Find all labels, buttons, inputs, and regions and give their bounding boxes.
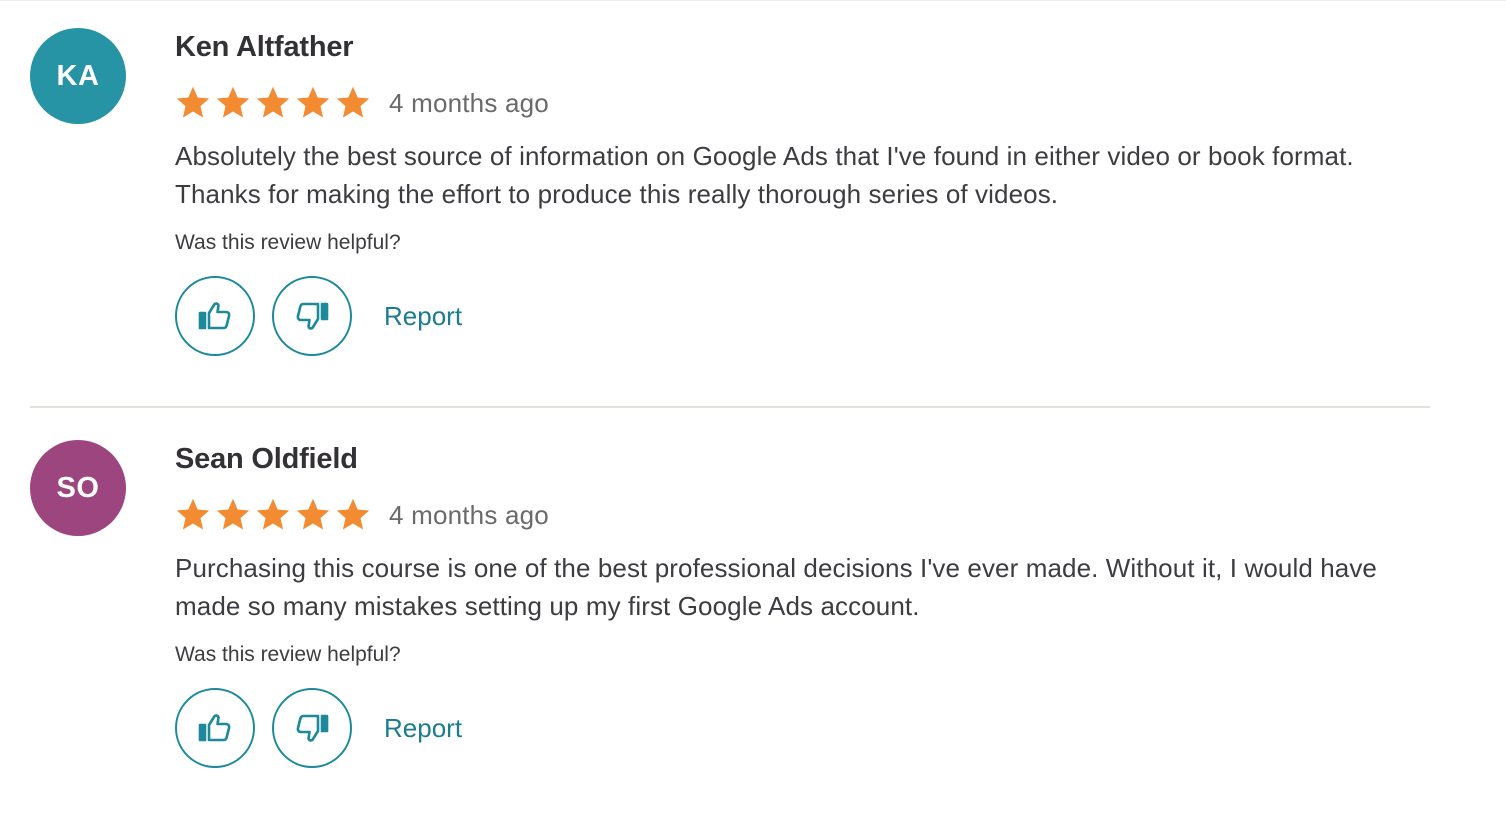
review-actions: Report [175, 276, 1425, 356]
review-actions: Report [175, 688, 1425, 768]
report-link[interactable]: Report [384, 301, 462, 332]
review-content: Ken Altfather 4 months ago Absolutely th… [175, 30, 1425, 356]
rating-row: 4 months ago [175, 83, 1425, 123]
star-icon [216, 86, 250, 118]
star-icon [256, 86, 290, 118]
thumbs-up-button[interactable] [175, 276, 255, 356]
review-date: 4 months ago [389, 87, 549, 118]
star-icon [296, 86, 330, 118]
star-icon [176, 498, 210, 530]
thumbs-down-button[interactable] [272, 688, 352, 768]
report-link[interactable]: Report [384, 713, 462, 744]
avatar: SO [30, 440, 126, 536]
helpful-prompt: Was this review helpful? [175, 643, 401, 666]
avatar: KA [30, 28, 126, 124]
thumbs-up-icon [198, 714, 231, 742]
star-rating [175, 85, 371, 121]
star-icon [176, 86, 210, 118]
review-text: Absolutely the best source of informatio… [175, 141, 1354, 209]
thumbs-down-icon [296, 714, 329, 742]
thumbs-up-button[interactable] [175, 688, 255, 768]
star-icon [336, 498, 370, 530]
thumbs-up-icon [198, 302, 231, 330]
helpful-prompt: Was this review helpful? [175, 231, 401, 254]
reviewer-name: Ken Altfather [175, 31, 354, 63]
star-rating [175, 497, 371, 533]
rating-row: 4 months ago [175, 495, 1425, 535]
thumbs-down-button[interactable] [272, 276, 352, 356]
review-divider [30, 406, 1430, 408]
review-text: Purchasing this course is one of the bes… [175, 553, 1377, 621]
star-icon [336, 86, 370, 118]
star-icon [216, 498, 250, 530]
review-content: Sean Oldfield 4 months ago Purchasing th… [175, 442, 1425, 768]
review-date: 4 months ago [389, 499, 549, 530]
reviewer-name: Sean Oldfield [175, 443, 358, 475]
star-icon [296, 498, 330, 530]
star-icon [256, 498, 290, 530]
top-divider [0, 0, 1506, 1]
thumbs-down-icon [296, 302, 329, 330]
